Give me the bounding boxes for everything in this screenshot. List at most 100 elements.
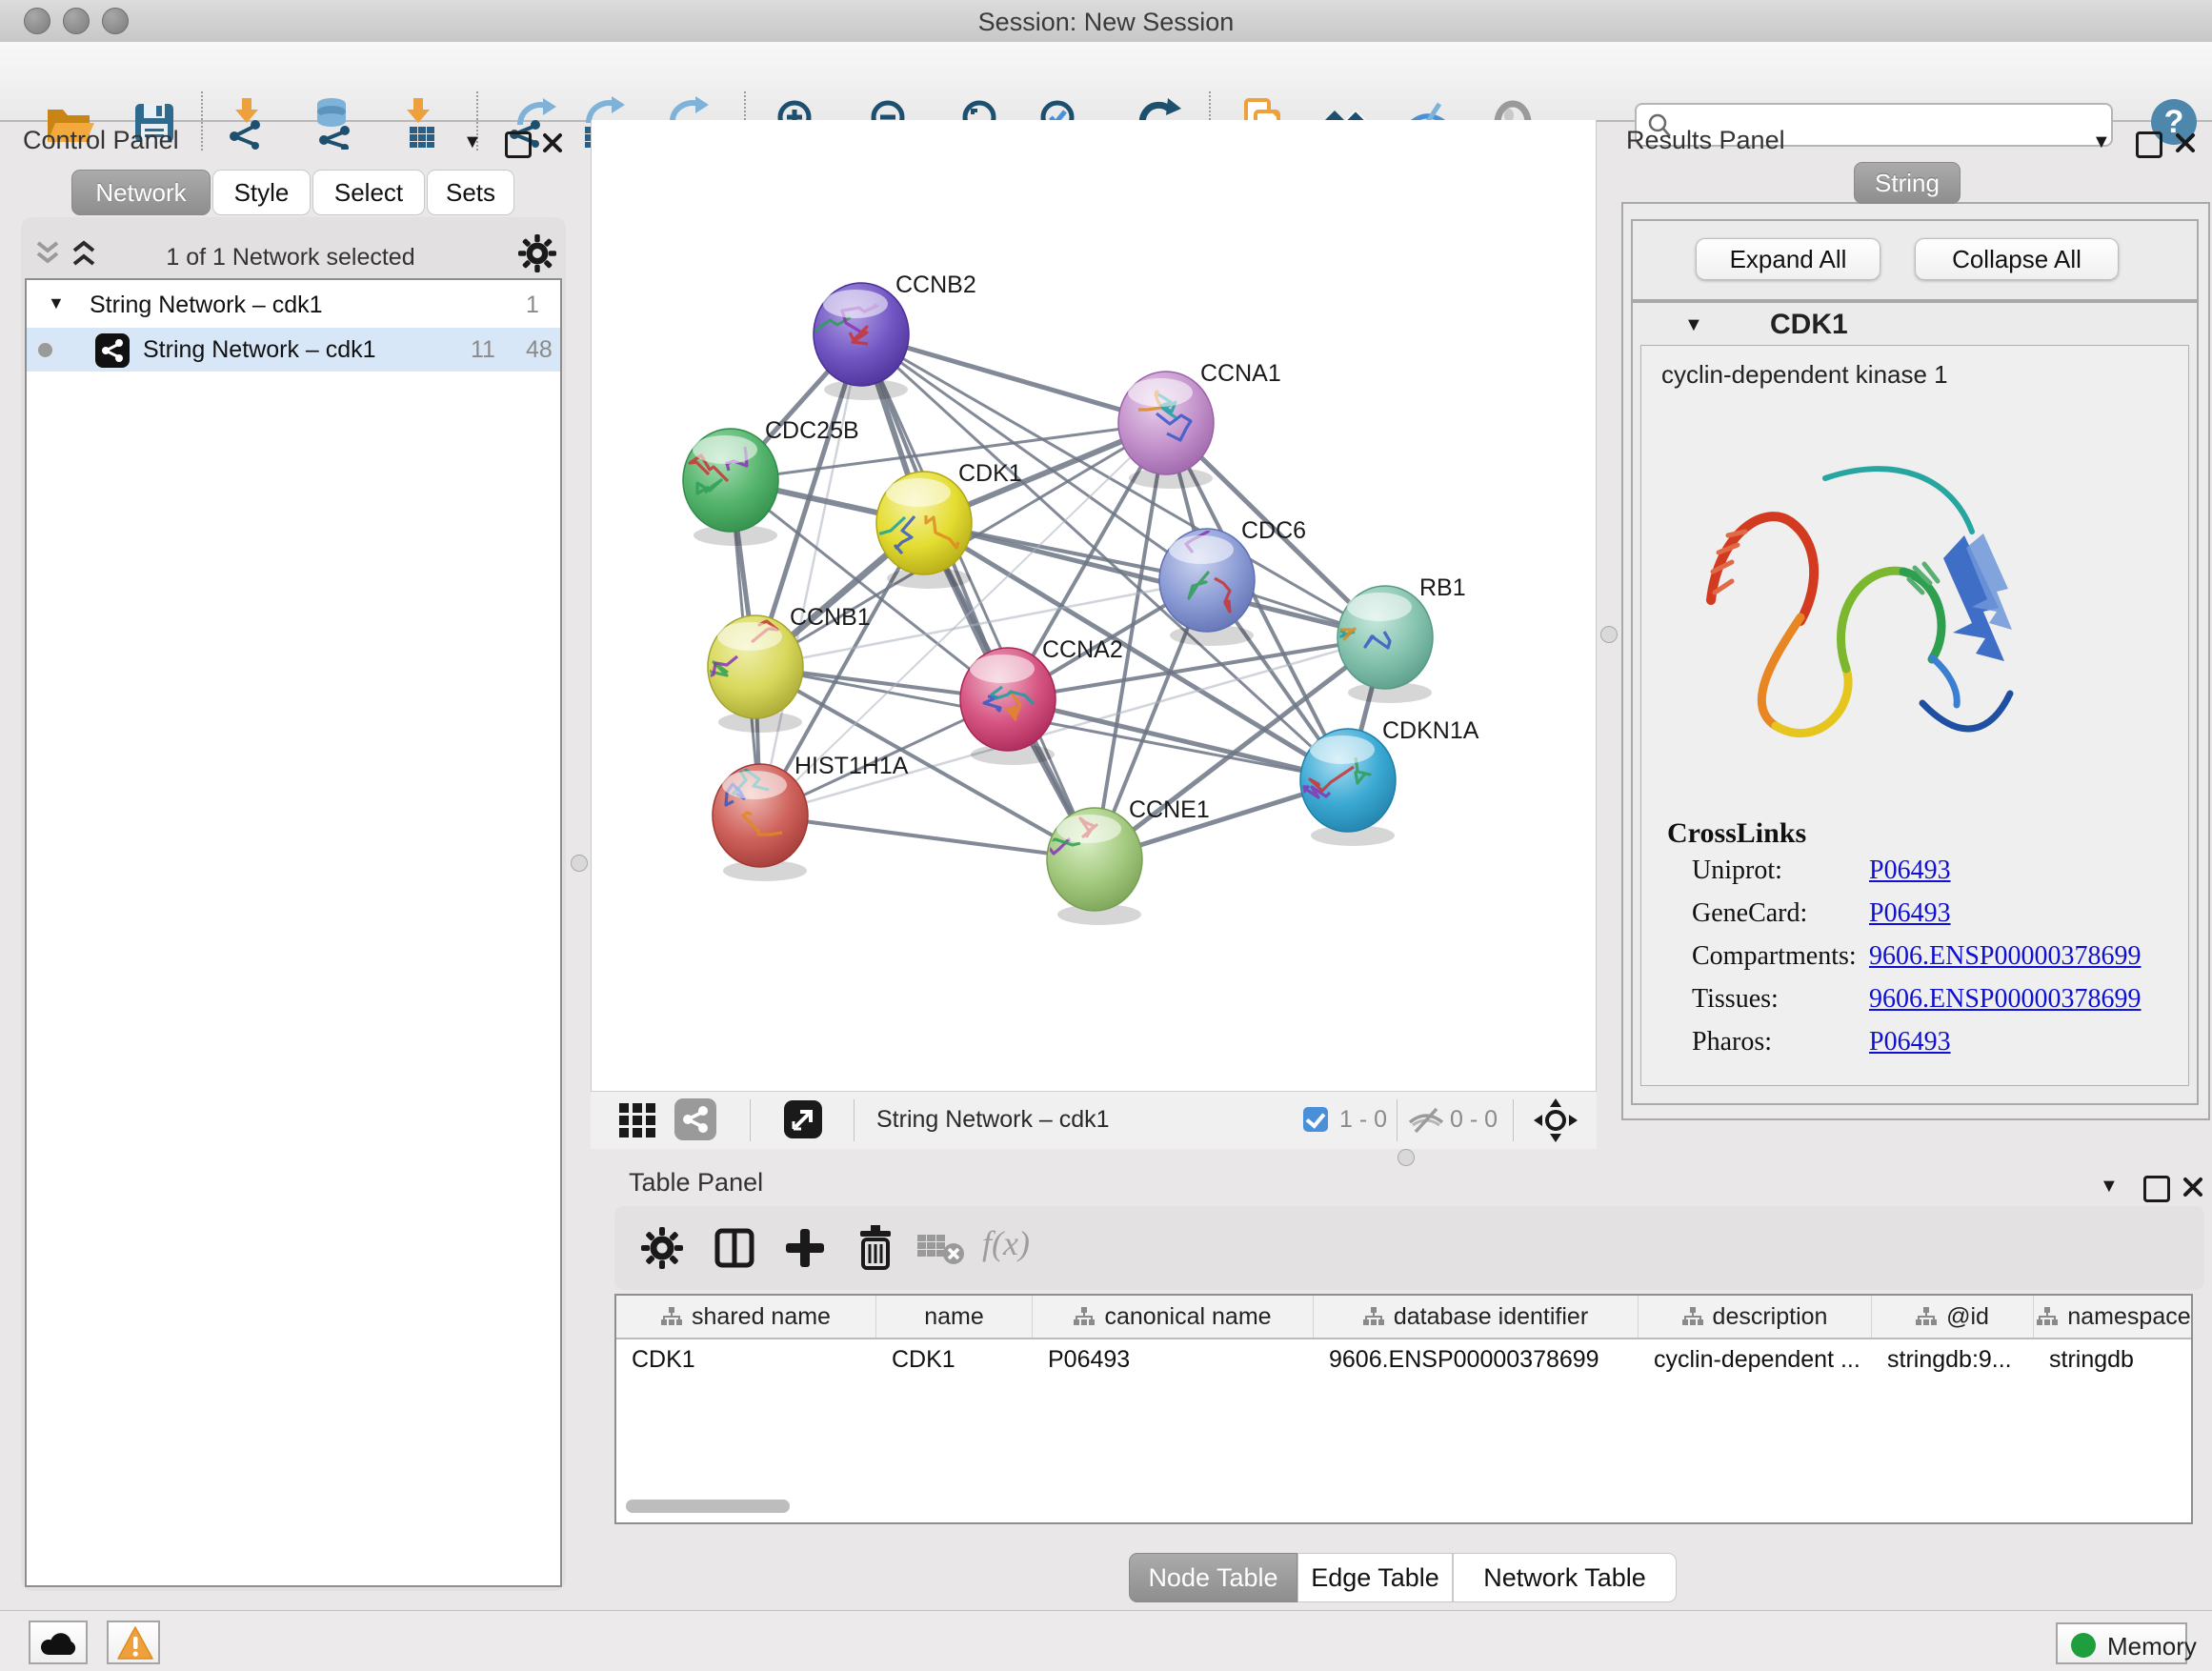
table-panel-float-icon[interactable] (2143, 1176, 2170, 1202)
network-edge[interactable] (760, 815, 1095, 859)
node-gloss (823, 290, 888, 318)
network-node-CCNB2[interactable]: CCNB2 (800, 272, 976, 400)
expand-all-button[interactable]: Expand All (1696, 238, 1880, 280)
node-gloss (1169, 535, 1234, 564)
selected-nodes-checkbox-icon[interactable] (1303, 1107, 1328, 1132)
network-node-CDKN1A[interactable]: CDKN1A (1297, 717, 1479, 846)
crosslink-genecard-link[interactable]: P06493 (1869, 898, 1951, 929)
import-network-from-database-button[interactable] (307, 96, 360, 150)
tab-string-results[interactable]: String (1854, 162, 1961, 204)
network-edge[interactable] (861, 334, 1095, 859)
crosslink-uniprot-link[interactable]: P06493 (1869, 856, 1951, 886)
strip-separator (1397, 1099, 1398, 1141)
control-panel-collapse-icon[interactable]: ▼ (463, 131, 482, 153)
column-header--id[interactable]: @id (1872, 1296, 2034, 1338)
network-row-selected[interactable]: String Network – cdk1 11 48 (27, 328, 560, 372)
left-splitter-handle[interactable] (571, 855, 588, 872)
crosslink-tissues-link[interactable]: 9606.ENSP00000378699 (1869, 984, 2141, 1015)
network-collection-row[interactable]: ▼ String Network – cdk1 1 (27, 284, 560, 328)
results-panel-collapse-icon[interactable]: ▼ (2092, 131, 2111, 153)
table-cell[interactable]: cyclin-dependent ... (1639, 1339, 1872, 1381)
selected-node-edge-counts: 1 - 0 (1339, 1106, 1387, 1134)
delete-column-trash-icon[interactable] (853, 1223, 898, 1271)
tab-sets[interactable]: Sets (427, 170, 514, 215)
table-cell[interactable]: stringdb:9... (1872, 1339, 2034, 1381)
grid-view-icon[interactable] (619, 1101, 661, 1139)
cloud-status-button[interactable] (29, 1621, 88, 1664)
detach-view-icon[interactable] (784, 1100, 822, 1138)
table-row[interactable]: CDK1CDK1P064939606.ENSP00000378699cyclin… (616, 1339, 2191, 1381)
node-gloss (886, 478, 951, 507)
column-header-database-identifier[interactable]: database identifier (1314, 1296, 1639, 1338)
column-header-canonical-name[interactable]: canonical name (1033, 1296, 1314, 1338)
table-options-gear-icon[interactable] (641, 1227, 683, 1269)
tab-network[interactable]: Network (71, 170, 211, 215)
control-panel-float-icon[interactable] (505, 131, 532, 158)
memory-button[interactable]: Memory (2056, 1622, 2187, 1664)
expand-all-networks-icon[interactable] (70, 240, 97, 269)
network-node-CDC25B[interactable]: CDC25B (683, 417, 859, 546)
network-node-label: CDC25B (765, 417, 859, 444)
bottom-splitter-handle[interactable] (1398, 1149, 1415, 1166)
network-node-label: CCNA1 (1200, 360, 1281, 387)
network-edge[interactable] (760, 334, 861, 815)
network-node-CCNA2[interactable]: CCNA2 (960, 636, 1123, 765)
column-header-namespace[interactable]: namespace (2034, 1296, 2193, 1338)
gene-symbol-heading: CDK1 (1770, 309, 1848, 341)
add-column-plus-icon[interactable] (782, 1225, 828, 1271)
function-builder-icon: f(x) (982, 1223, 1030, 1263)
network-canvas[interactable]: CCNB2CCNA1CDC25BCDK1CDC6RB1CCNB1CCNA2CDK… (591, 120, 1597, 1091)
collapse-all-networks-icon[interactable] (34, 240, 61, 269)
tab-node-table[interactable]: Node Table (1129, 1553, 1297, 1602)
table-cell[interactable]: CDK1 (616, 1339, 876, 1381)
table-panel-close-icon[interactable] (2182, 1176, 2204, 1198)
column-header-description[interactable]: description (1639, 1296, 1872, 1338)
column-header-name[interactable]: name (876, 1296, 1033, 1338)
tab-style-label: Style (234, 178, 290, 208)
results-panel-close-icon[interactable] (2174, 131, 2197, 154)
tab-network-table-label: Network Table (1483, 1563, 1646, 1593)
import-table-file-button[interactable] (394, 96, 448, 150)
table-cell[interactable]: 9606.ENSP00000378699 (1314, 1339, 1639, 1381)
crosslink-label: Uniprot: (1692, 856, 1782, 886)
tab-style[interactable]: Style (212, 170, 311, 215)
tab-network-table[interactable]: Network Table (1453, 1553, 1677, 1602)
table-cell[interactable]: stringdb (2034, 1339, 2193, 1381)
table-panel-collapse-icon[interactable]: ▼ (2100, 1176, 2119, 1198)
crosslink-pharos-link[interactable]: P06493 (1869, 1027, 1951, 1057)
network-edge[interactable] (1008, 699, 1348, 780)
collapse-all-button[interactable]: Collapse All (1915, 238, 2119, 280)
table-cell[interactable]: P06493 (1033, 1339, 1314, 1381)
fit-content-crosshair-icon[interactable] (1534, 1098, 1578, 1142)
collection-expand-icon[interactable]: ▼ (48, 293, 65, 313)
network-node-label: CDK1 (958, 460, 1022, 487)
network-node-label: CCNB1 (790, 604, 871, 631)
warning-status-button[interactable] (107, 1621, 160, 1664)
network-selection-status: 1 of 1 Network selected (114, 244, 467, 272)
gene-section-collapse-icon[interactable]: ▼ (1684, 314, 1703, 336)
table-cell[interactable]: CDK1 (876, 1339, 1033, 1381)
table-horizontal-scrollbar[interactable] (626, 1500, 790, 1513)
crosslink-compartments-link[interactable]: 9606.ENSP00000378699 (1869, 941, 2141, 972)
show-columns-icon[interactable] (712, 1225, 757, 1271)
network-node-count: 11 (471, 336, 495, 364)
network-node-HIST1H1A[interactable]: HIST1H1A (713, 753, 909, 881)
network-graph[interactable]: CCNB2CCNA1CDC25BCDK1CDC6RB1CCNB1CCNA2CDK… (592, 120, 1596, 1091)
collection-count: 1 (526, 292, 539, 319)
strip-separator (854, 1099, 855, 1141)
network-node-CCNA1[interactable]: CCNA1 (1118, 360, 1281, 489)
control-panel-close-icon[interactable] (541, 131, 564, 154)
network-node-RB1[interactable]: RB1 (1314, 574, 1466, 703)
tab-select[interactable]: Select (312, 170, 425, 215)
network-options-gear-icon[interactable] (518, 234, 556, 272)
network-type-icon (95, 333, 130, 368)
tab-edge-table[interactable]: Edge Table (1297, 1553, 1453, 1602)
right-splitter-handle[interactable] (1600, 626, 1618, 643)
collapse-all-label: Collapse All (1952, 245, 2081, 274)
network-view-share-icon[interactable] (674, 1098, 716, 1140)
network-node-CCNE1[interactable]: CCNE1 (1016, 796, 1210, 925)
import-network-file-button[interactable] (223, 96, 276, 150)
tab-string-label: String (1875, 169, 1940, 198)
results-panel-float-icon[interactable] (2136, 131, 2162, 158)
column-header-shared-name[interactable]: shared name (616, 1296, 876, 1338)
